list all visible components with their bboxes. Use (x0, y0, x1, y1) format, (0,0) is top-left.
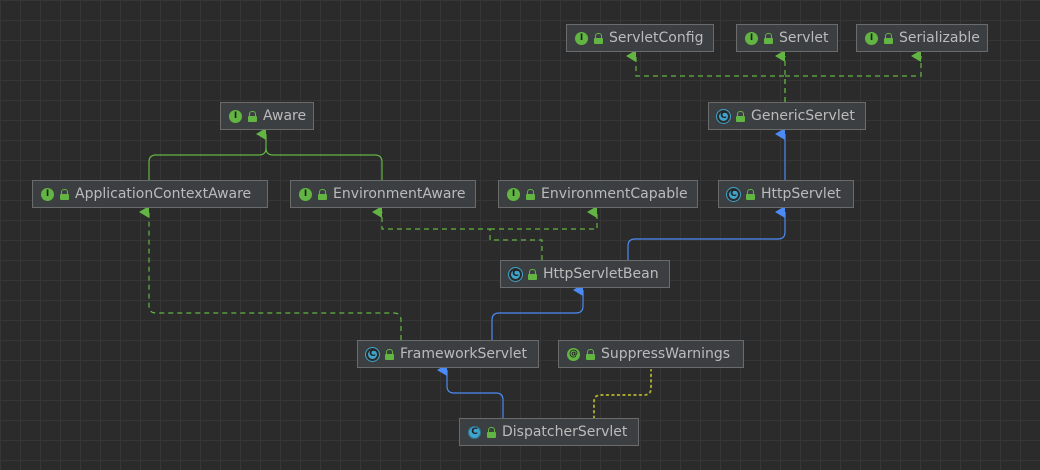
public-lock-icon (487, 426, 496, 438)
edge-dispatcherservlet-frameworkservlet (437, 364, 504, 418)
uml-edges (139, 50, 922, 419)
public-lock-icon (526, 188, 535, 200)
edge-applicationcontextaware-aware (148, 128, 267, 180)
public-lock-icon (385, 348, 394, 360)
edge-httpservletbean-httpservlet (627, 206, 786, 260)
public-lock-icon (746, 188, 755, 200)
node-servlet-config[interactable]: I ServletConfig (566, 24, 714, 52)
abstract-class-icon: C (366, 347, 379, 361)
node-suppress-warnings[interactable]: @ SuppressWarnings (558, 340, 744, 368)
node-servlet[interactable]: I Servlet (736, 24, 838, 52)
node-label: Aware (263, 108, 307, 124)
abstract-class-icon: C (509, 267, 522, 281)
public-lock-icon (528, 268, 537, 280)
interface-icon: I (229, 109, 242, 123)
edge-environmentaware-aware (265, 147, 383, 180)
node-label: DispatcherServlet (502, 424, 628, 440)
edge-dispatcherservlet-suppresswarnings (593, 369, 652, 419)
node-application-context-aware[interactable]: I ApplicationContextAware (32, 180, 268, 208)
node-label: SuppressWarnings (601, 346, 731, 362)
node-label: HttpServletBean (543, 266, 659, 282)
node-label: Servlet (779, 30, 829, 46)
node-environment-capable[interactable]: I EnvironmentCapable (498, 180, 698, 208)
node-label: EnvironmentAware (333, 186, 466, 202)
interface-icon: I (575, 31, 588, 45)
abstract-class-icon: C (717, 109, 730, 123)
node-serializable[interactable]: I Serializable (856, 24, 988, 52)
annotation-icon: @ (567, 347, 580, 361)
edge-genericservlet-serializable (785, 50, 922, 77)
edge-frameworkservlet-httpservletbean (491, 284, 584, 340)
public-lock-icon (248, 110, 257, 122)
edge-genericservlet-servletconfig (626, 50, 786, 102)
node-label: HttpServlet (761, 186, 841, 202)
node-framework-servlet[interactable]: C FrameworkServlet (357, 340, 539, 368)
public-lock-icon (586, 348, 595, 360)
edge-httpservletbean-environmentcapable (490, 206, 598, 230)
node-label: FrameworkServlet (400, 346, 528, 362)
public-lock-icon (594, 32, 603, 44)
public-lock-icon (736, 110, 745, 122)
node-label: ServletConfig (609, 30, 704, 46)
interface-icon: I (507, 187, 520, 201)
node-environment-aware[interactable]: I EnvironmentAware (290, 180, 476, 208)
edge-httpservletbean-environmentaware (372, 206, 543, 260)
interface-icon: I (41, 187, 54, 201)
node-aware[interactable]: I Aware (220, 102, 314, 130)
interface-icon: I (745, 31, 758, 45)
interface-icon: I (865, 31, 878, 45)
abstract-class-icon: C (727, 187, 740, 201)
node-http-servlet-bean[interactable]: C HttpServletBean (500, 260, 670, 288)
node-generic-servlet[interactable]: C GenericServlet (708, 102, 866, 130)
node-label: ApplicationContextAware (75, 186, 252, 202)
public-lock-icon (764, 32, 773, 44)
node-label: EnvironmentCapable (541, 186, 688, 202)
edge-frameworkservlet-applicationcontextaware (139, 206, 402, 340)
public-lock-icon (318, 188, 327, 200)
class-icon: C (468, 425, 481, 439)
node-label: Serializable (899, 30, 980, 46)
public-lock-icon (60, 188, 69, 200)
node-dispatcher-servlet[interactable]: C DispatcherServlet (459, 418, 639, 446)
node-label: GenericServlet (751, 108, 855, 124)
node-http-servlet[interactable]: C HttpServlet (718, 180, 854, 208)
interface-icon: I (299, 187, 312, 201)
public-lock-icon (884, 32, 893, 44)
